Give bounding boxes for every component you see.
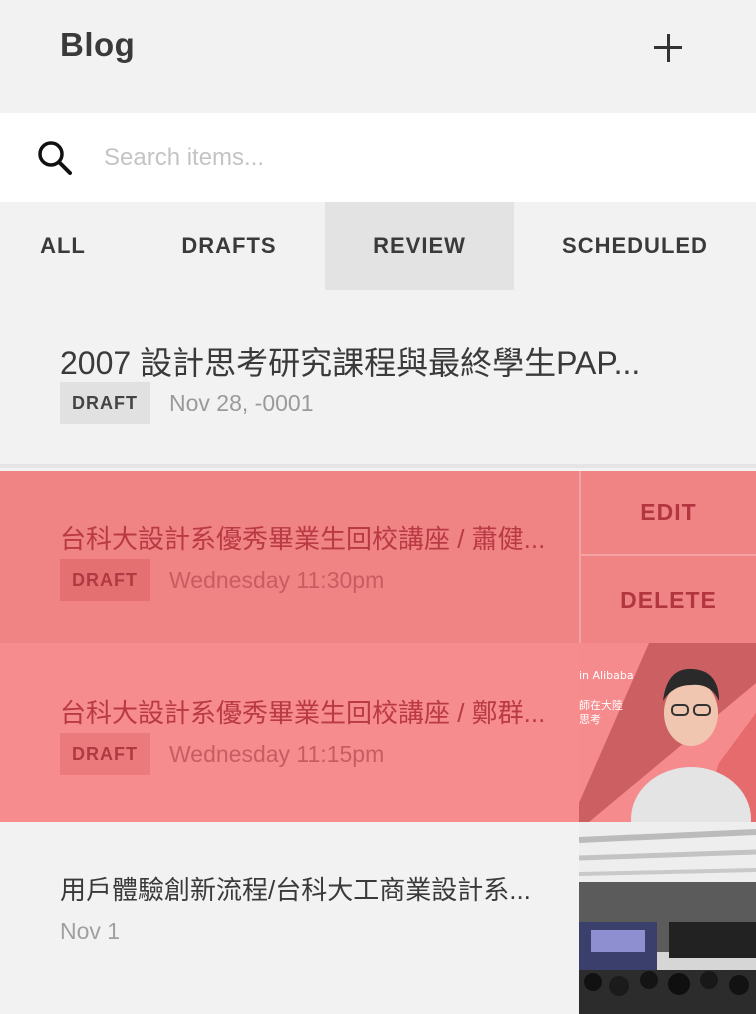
item-title: 台科大設計系優秀畢業生回校講座 / 鄭群...	[60, 698, 546, 728]
thumbnail-text: in Alibaba	[579, 669, 634, 682]
tab-drafts[interactable]: DRAFTS	[135, 202, 323, 290]
search-input[interactable]	[104, 135, 724, 181]
filter-tabs: ALL DRAFTS REVIEW SCHEDULED	[0, 202, 756, 290]
thumbnail-text: 思考	[579, 713, 601, 726]
thumbnail-text: 師在大陸	[579, 698, 623, 712]
edit-button[interactable]: EDIT	[581, 471, 756, 556]
list-item[interactable]: 2007 設計思考研究課程與最終學生PAP... DRAFT Nov 28, -…	[0, 290, 756, 468]
tab-scheduled[interactable]: SCHEDULED	[514, 202, 756, 290]
item-date: Nov 1	[60, 918, 121, 944]
item-title: 2007 設計思考研究課程與最終學生PAP...	[60, 345, 641, 381]
search-icon[interactable]	[36, 139, 74, 177]
swipe-actions: EDIT DELETE	[579, 471, 756, 643]
page-title: Blog	[60, 26, 136, 63]
post-thumbnail	[579, 822, 756, 1014]
app-header: Blog	[0, 0, 756, 113]
list-item[interactable]: 用戶體驗創新流程/台科大工商業設計系... Nov 1	[0, 822, 579, 1014]
delete-button[interactable]: DELETE	[581, 558, 756, 643]
item-title: 台科大設計系優秀畢業生回校講座 / 蕭健...	[60, 524, 546, 554]
tab-review[interactable]: REVIEW	[325, 202, 514, 290]
status-badge: DRAFT	[60, 559, 150, 601]
item-title: 用戶體驗創新流程/台科大工商業設計系...	[60, 875, 531, 905]
tab-all[interactable]: ALL	[0, 202, 126, 290]
status-badge: DRAFT	[60, 382, 150, 424]
add-post-button[interactable]	[644, 24, 692, 72]
speaker-photo-image: in Alibaba 師在大陸 思考	[579, 643, 756, 822]
post-thumbnail: in Alibaba 師在大陸 思考	[579, 643, 756, 822]
status-badge: DRAFT	[60, 733, 150, 775]
list-item[interactable]: 台科大設計系優秀畢業生回校講座 / 蕭健... DRAFT Wednesday …	[0, 471, 579, 643]
lecture-hall-image	[579, 822, 756, 1014]
item-date: Wednesday 11:15pm	[169, 741, 385, 767]
list-item[interactable]: 台科大設計系優秀畢業生回校講座 / 鄭群... DRAFT Wednesday …	[0, 643, 579, 822]
item-date: Nov 28, -0001	[169, 390, 314, 416]
item-date: Wednesday 11:30pm	[169, 567, 385, 593]
